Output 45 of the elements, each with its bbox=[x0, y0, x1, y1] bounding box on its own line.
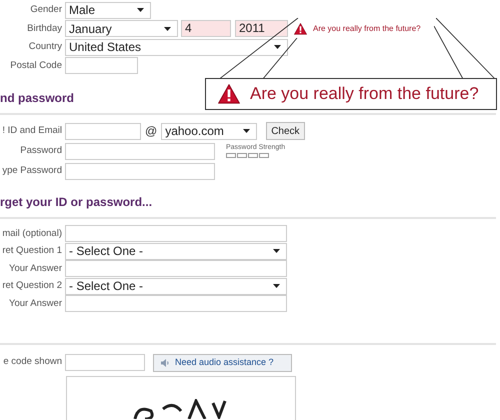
domain-select[interactable]: yahoo.com bbox=[161, 122, 258, 140]
caret-icon bbox=[273, 249, 280, 254]
field-label: ! ID and Email bbox=[2, 124, 62, 138]
field-label: Country bbox=[28, 40, 62, 54]
field-label: Birthday bbox=[27, 22, 62, 36]
zoomed-error-message: Are you really from the future? bbox=[250, 83, 479, 106]
field-label: e code shown bbox=[3, 355, 62, 370]
postal-code-field[interactable] bbox=[65, 57, 138, 74]
day-field[interactable]: 4 bbox=[181, 20, 231, 38]
field-label: mail (optional) bbox=[2, 226, 62, 241]
gender-select[interactable]: Male bbox=[65, 2, 151, 19]
check-button[interactable]: Check bbox=[266, 122, 305, 140]
section-heading: rget your ID or password... bbox=[0, 194, 152, 211]
id-field[interactable] bbox=[65, 122, 141, 140]
field-label: Postal Code bbox=[10, 58, 62, 73]
month-select[interactable]: January bbox=[65, 20, 178, 38]
speaker-icon bbox=[161, 358, 170, 366]
caret-icon bbox=[137, 8, 144, 12]
answer-field[interactable] bbox=[65, 225, 287, 242]
year-field[interactable]: 2011 bbox=[235, 20, 288, 38]
field-label: Password bbox=[20, 144, 62, 158]
code-field[interactable] bbox=[65, 354, 145, 371]
caret-icon bbox=[273, 284, 280, 288]
password-field[interactable] bbox=[65, 142, 215, 160]
audio-button[interactable]: Need audio assistance ? bbox=[153, 354, 292, 372]
field-label: ret Question 2 bbox=[2, 279, 62, 294]
answer-field[interactable] bbox=[65, 260, 287, 278]
error-message: Are you really from the future? bbox=[313, 22, 421, 35]
caret-icon bbox=[243, 129, 250, 133]
at-sign: @ bbox=[145, 123, 158, 140]
answer-field[interactable] bbox=[65, 295, 287, 312]
section-heading: nd password bbox=[0, 90, 74, 107]
caret-icon bbox=[274, 45, 281, 50]
field-label: ype Password bbox=[2, 164, 62, 178]
question-select[interactable]: - Select One - bbox=[65, 242, 287, 260]
question-select[interactable]: - Select One - bbox=[65, 278, 287, 295]
field-label: Your Answer bbox=[9, 262, 62, 276]
field-label: Gender bbox=[30, 3, 62, 18]
caret-icon bbox=[164, 26, 171, 31]
retype-password-field[interactable] bbox=[65, 162, 215, 180]
warning-icon bbox=[218, 84, 240, 104]
field-label: ret Question 1 bbox=[2, 244, 62, 258]
country-select[interactable]: United States bbox=[65, 38, 288, 56]
field-label: Your Answer bbox=[9, 296, 62, 311]
warning-icon bbox=[294, 22, 307, 35]
